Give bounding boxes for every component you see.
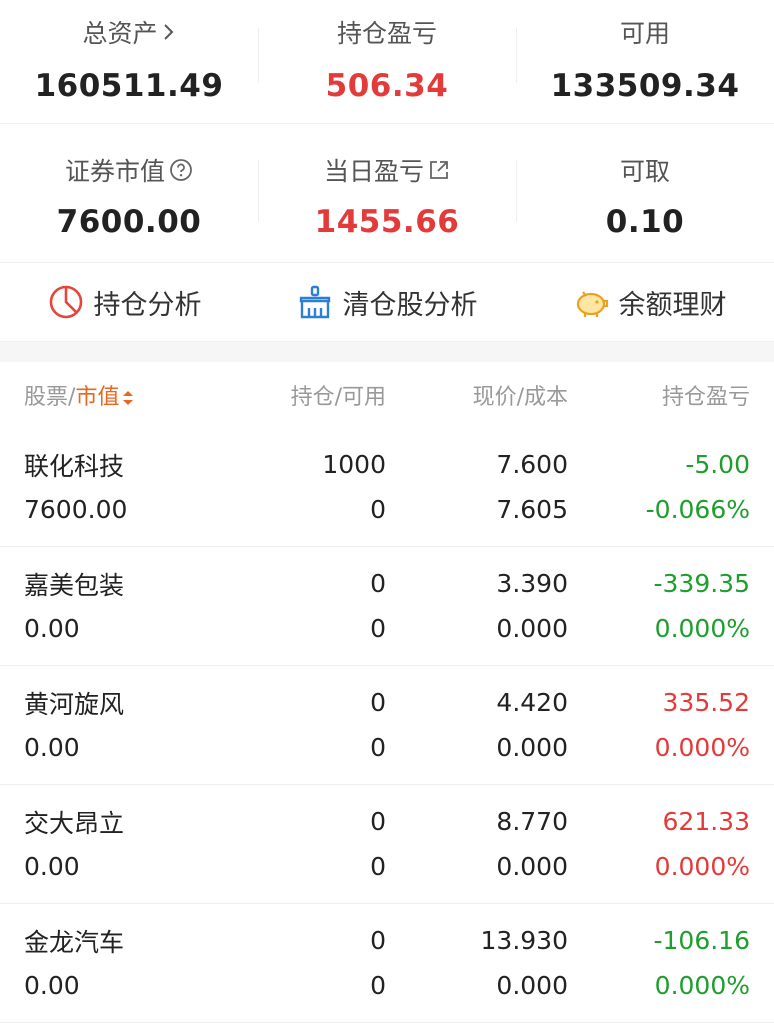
- total-assets-label[interactable]: 总资产: [82, 14, 175, 50]
- available-qty: 0: [370, 971, 386, 1000]
- withdrawable-cell: 可取 0.10: [516, 124, 774, 262]
- position-pl-pct: 0.000%: [654, 852, 750, 881]
- cleared-stock-analysis-label: 清仓股分析: [342, 289, 478, 321]
- cost-price: 0.000: [496, 614, 568, 643]
- market-value-cell: 证券市值 7600.00: [0, 124, 258, 262]
- current-price: 13.930: [480, 926, 568, 955]
- holding-row-lianhua[interactable]: 联化科技 1000 7.600 -5.00 7600.00 0 7.605 -0…: [0, 428, 774, 547]
- withdrawable-label: 可取: [619, 157, 670, 186]
- current-price: 4.420: [496, 688, 568, 717]
- holding-row-huanghe[interactable]: 黄河旋风 0 4.420 335.52 0.00 0 0.000 0.000%: [0, 666, 774, 785]
- position-analysis-button[interactable]: 持仓分析: [48, 283, 202, 322]
- account-summary-row-2: 证券市值 7600.00 当日盈亏 1455.66 可取 0.10: [0, 124, 774, 263]
- position-pl-cell: 持仓盈亏 506.34: [258, 0, 516, 123]
- broom-icon: [299, 285, 330, 319]
- available-qty: 0: [370, 614, 386, 643]
- position-pl: -339.35: [653, 569, 751, 598]
- holdings-table-header: 股票/市值 持仓/可用 现价/成本 持仓盈亏: [0, 362, 774, 428]
- market-value: 0.00: [24, 733, 80, 762]
- cleared-stock-analysis-button[interactable]: 清仓股分析: [297, 283, 478, 322]
- position-qty: 0: [370, 926, 386, 955]
- available-qty: 0: [370, 495, 386, 524]
- market-value: 0.00: [24, 852, 80, 881]
- current-price: 3.390: [496, 569, 568, 598]
- available-qty: 0: [370, 852, 386, 881]
- position-pl-pct: 0.000%: [654, 733, 750, 762]
- position-qty: 0: [370, 688, 386, 717]
- cost-price: 0.000: [496, 971, 568, 1000]
- holding-row-jinlong[interactable]: 金龙汽车 0 13.930 -106.16 0.00 0 0.000 0.000…: [0, 904, 774, 1023]
- analysis-toolbar: 持仓分析 清仓股分析 余额理财: [0, 263, 774, 342]
- available-value: 133509.34: [550, 68, 740, 104]
- total-assets-value: 160511.49: [34, 68, 224, 104]
- position-pl-pct: 0.000%: [654, 614, 750, 643]
- position-pl-label: 持仓盈亏: [336, 19, 437, 48]
- position-pl: -5.00: [685, 450, 750, 479]
- holdings-list: 联化科技 1000 7.600 -5.00 7600.00 0 7.605 -0…: [0, 428, 774, 1023]
- daily-pl-cell[interactable]: 当日盈亏 1455.66: [258, 124, 516, 262]
- available-qty: 0: [370, 733, 386, 762]
- position-pl-pct: 0.000%: [654, 971, 750, 1000]
- daily-pl-value: 1455.66: [314, 204, 460, 240]
- market-value: 7600.00: [24, 495, 128, 524]
- position-analysis-label: 持仓分析: [93, 289, 202, 321]
- position-qty: 0: [370, 807, 386, 836]
- section-divider: [0, 342, 774, 362]
- cost-price: 0.000: [496, 733, 568, 762]
- sort-arrows-icon: [123, 391, 134, 405]
- available-label: 可用: [619, 19, 670, 48]
- holding-row-jiamei[interactable]: 嘉美包装 0 3.390 -339.35 0.00 0 0.000 0.000%: [0, 547, 774, 666]
- stock-name: 金龙汽车: [24, 927, 125, 957]
- position-pl: 621.33: [662, 807, 750, 836]
- market-value-label: 证券市值: [65, 152, 193, 188]
- market-value-value: 7600.00: [56, 204, 202, 240]
- external-link-icon: [430, 161, 448, 179]
- position-qty: 0: [370, 569, 386, 598]
- stock-name: 黄河旋风: [24, 689, 125, 719]
- stock-name: 联化科技: [24, 451, 125, 481]
- position-pl: 335.52: [662, 688, 750, 717]
- stock-name: 嘉美包装: [24, 570, 125, 600]
- market-value: 0.00: [24, 971, 80, 1000]
- header-position-pl[interactable]: 持仓盈亏: [568, 379, 750, 411]
- position-qty: 1000: [322, 450, 386, 479]
- holding-row-jiaoda[interactable]: 交大昂立 0 8.770 621.33 0.00 0 0.000 0.000%: [0, 785, 774, 904]
- market-value: 0.00: [24, 614, 80, 643]
- available-cell: 可用 133509.34: [516, 0, 774, 123]
- daily-pl-label[interactable]: 当日盈亏: [324, 152, 450, 188]
- position-pl: -106.16: [653, 926, 751, 955]
- header-stock-market-value[interactable]: 股票/市值: [24, 379, 234, 411]
- piggy-bank-icon: [576, 291, 608, 317]
- chevron-right-icon: [163, 24, 173, 40]
- stock-name: 交大昂立: [24, 808, 125, 838]
- sort-market-value[interactable]: 市值: [75, 385, 119, 410]
- account-summary-row-1: 总资产 160511.49 持仓盈亏 506.34 可用 133509.34: [0, 0, 774, 124]
- total-assets-cell[interactable]: 总资产 160511.49: [0, 0, 258, 123]
- withdrawable-value: 0.10: [605, 204, 685, 240]
- balance-finance-label: 余额理财: [618, 289, 727, 321]
- current-price: 8.770: [496, 807, 568, 836]
- header-position-available[interactable]: 持仓/可用: [234, 379, 386, 411]
- pie-chart-icon: [49, 285, 82, 319]
- cost-price: 0.000: [496, 852, 568, 881]
- position-pl-value: 506.34: [325, 68, 449, 104]
- help-circle-icon[interactable]: [169, 158, 193, 182]
- cost-price: 7.605: [496, 495, 568, 524]
- position-pl-pct: -0.066%: [645, 495, 750, 524]
- header-price-cost[interactable]: 现价/成本: [386, 379, 568, 411]
- current-price: 7.600: [496, 450, 568, 479]
- balance-finance-button[interactable]: 余额理财: [573, 283, 727, 322]
